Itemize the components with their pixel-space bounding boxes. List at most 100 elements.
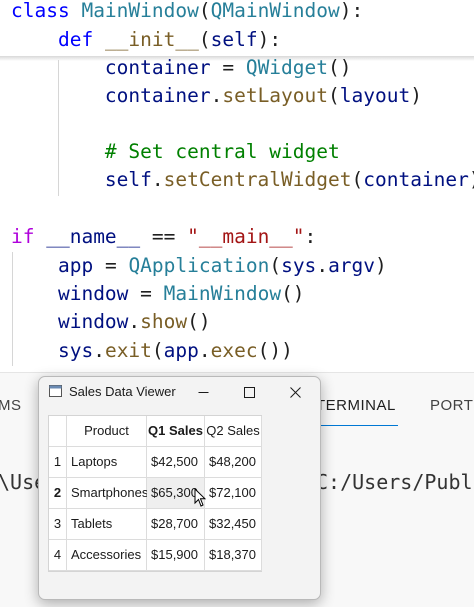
table-cell[interactable]: $28,700 [147,509,204,539]
code-token: . [316,254,329,277]
qt-window-icon [49,385,62,397]
terminal-prompt[interactable]: C:/Users/Public [316,470,474,494]
table-cell[interactable]: Tablets [67,509,146,539]
code-token: app [57,254,94,277]
close-button[interactable] [272,377,318,407]
code-token: show [140,310,188,333]
code-token: () [187,310,211,333]
code-token: : [304,225,317,248]
mouse-pointer-icon [194,488,206,507]
row-header[interactable]: 2 [49,478,66,508]
code-token: QMainWindow [210,0,340,22]
code-token: = [128,282,164,305]
code-token: = [210,56,246,79]
code-line-2[interactable]: def __init__(self): [11,26,281,54]
table-cell[interactable]: $42,500 [147,447,204,477]
code-token: layout [339,84,411,107]
code-token: self [104,168,152,191]
code-token: . [210,84,223,107]
code-token: QWidget [245,56,329,79]
code-token: QApplication [128,254,270,277]
code-token: if [11,225,47,248]
code-line-12[interactable]: window.show() [11,308,211,336]
table-cell[interactable]: $72,100 [205,478,261,508]
code-token: MainWindow [163,282,282,305]
code-token: ): [257,28,282,51]
code-token: . [93,339,105,362]
indent-guide [12,252,13,366]
column-header-q2-sales[interactable]: Q2 Sales [205,416,261,446]
code-token: ) [410,84,422,107]
code-token: # Set central widget [104,140,340,163]
row-header[interactable]: 4 [49,540,66,570]
table-cell[interactable]: $32,450 [205,509,261,539]
tab-problems[interactable]: MS [0,397,22,414]
code-token: container [104,84,211,107]
minimize-icon [198,391,208,393]
close-icon [289,386,301,398]
code-token: app [163,339,199,362]
title-bar[interactable]: Sales Data Viewer [39,377,320,407]
code-token: ( [269,254,282,277]
code-line-3[interactable]: container = QWidget() [11,54,352,82]
code-line-9[interactable]: if __name__ == "__main__": [11,223,316,251]
code-line-7[interactable]: self.setCentralWidget(container) [11,166,474,194]
code-token: ) [469,168,474,191]
code-token: ): [339,0,364,22]
code-line-1[interactable]: class MainWindow(QMainWindow): [11,0,363,25]
code-token: def [57,28,105,51]
code-editor[interactable]: class MainWindow(QMainWindow): def __ini… [0,0,474,372]
code-token: . [151,168,164,191]
code-token: sys [57,339,94,362]
code-token: ) [375,254,387,277]
grid-line [261,416,262,571]
table-cell[interactable]: $48,200 [205,447,261,477]
minimize-button[interactable] [180,377,226,407]
maximize-icon [243,386,255,398]
code-token: self [210,28,258,51]
code-token: class [11,0,82,22]
code-token: . [128,310,141,333]
code-line-13[interactable]: sys.exit(app.exec()) [11,337,293,365]
window-title: Sales Data Viewer [69,384,176,399]
code-token: () [281,282,305,305]
code-line-6[interactable]: # Set central widget [11,138,340,166]
row-header[interactable]: 3 [49,509,66,539]
column-header-product[interactable]: Product [67,416,146,446]
code-token: setCentralWidget [163,168,352,191]
row-header[interactable]: 1 [49,447,66,477]
code-token: setLayout [222,84,329,107]
code-token: () [328,56,352,79]
sales-data-viewer-window[interactable]: Sales Data Viewer Product Q1 Sales Q2 Sa… [38,376,321,600]
code-token: exit [104,339,152,362]
code-token: argv [328,254,376,277]
tab-ports[interactable]: PORTS [430,397,474,414]
grid-line [49,570,261,571]
code-token: sys [281,254,317,277]
code-line-11[interactable]: window = MainWindow() [11,280,305,308]
table-cell[interactable]: Accessories [67,540,146,570]
tab-terminal[interactable]: TERMINAL [316,397,396,414]
code-token: __init__ [104,28,199,51]
code-token: container [104,56,211,79]
table-cell[interactable]: Smartphones [67,478,148,508]
maximize-button[interactable] [226,377,272,407]
table-cell[interactable]: $18,370 [205,540,261,570]
code-token: ( [198,0,211,22]
code-token: ( [351,168,364,191]
code-token: window [57,282,129,305]
code-line-4[interactable]: container.setLayout(layout) [11,82,422,110]
sales-table[interactable]: Product Q1 Sales Q2 Sales 1 2 3 4 Laptop… [48,415,262,572]
code-token: container [363,168,469,191]
table-cell[interactable]: Laptops [67,447,146,477]
code-token: exec [210,339,258,362]
table-cell[interactable]: $15,900 [147,540,204,570]
column-header-q1-sales[interactable]: Q1 Sales [147,416,204,446]
code-token: ( [328,84,340,107]
code-line-10[interactable]: app = QApplication(sys.argv) [11,252,387,280]
code-token: ()) [257,339,293,362]
